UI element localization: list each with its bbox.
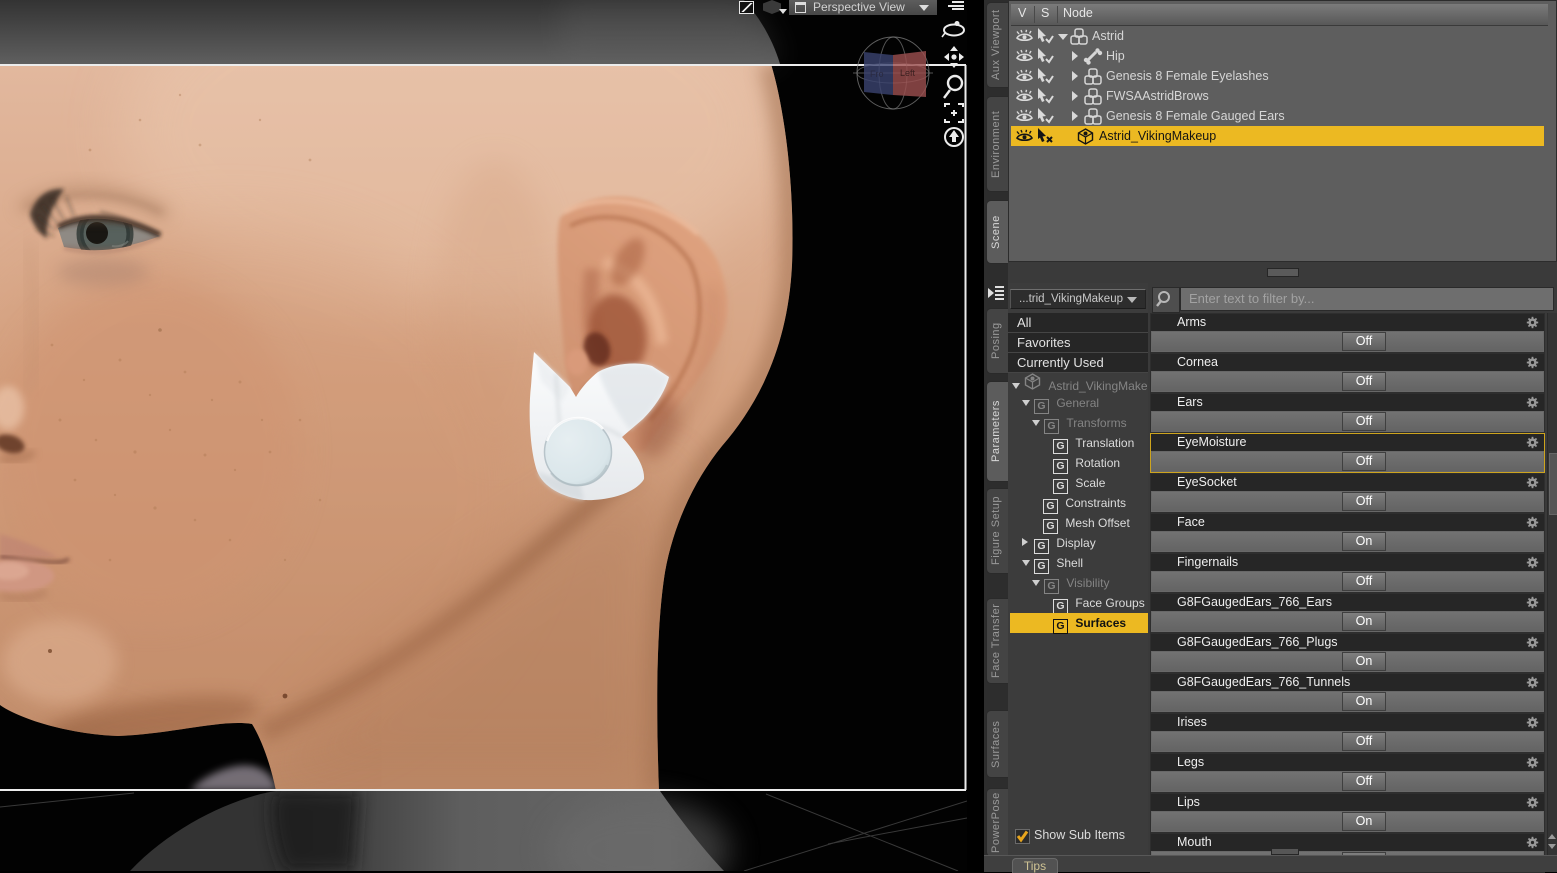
svg-text:Fro: Fro [870,69,884,79]
svg-text:Left: Left [900,68,916,78]
